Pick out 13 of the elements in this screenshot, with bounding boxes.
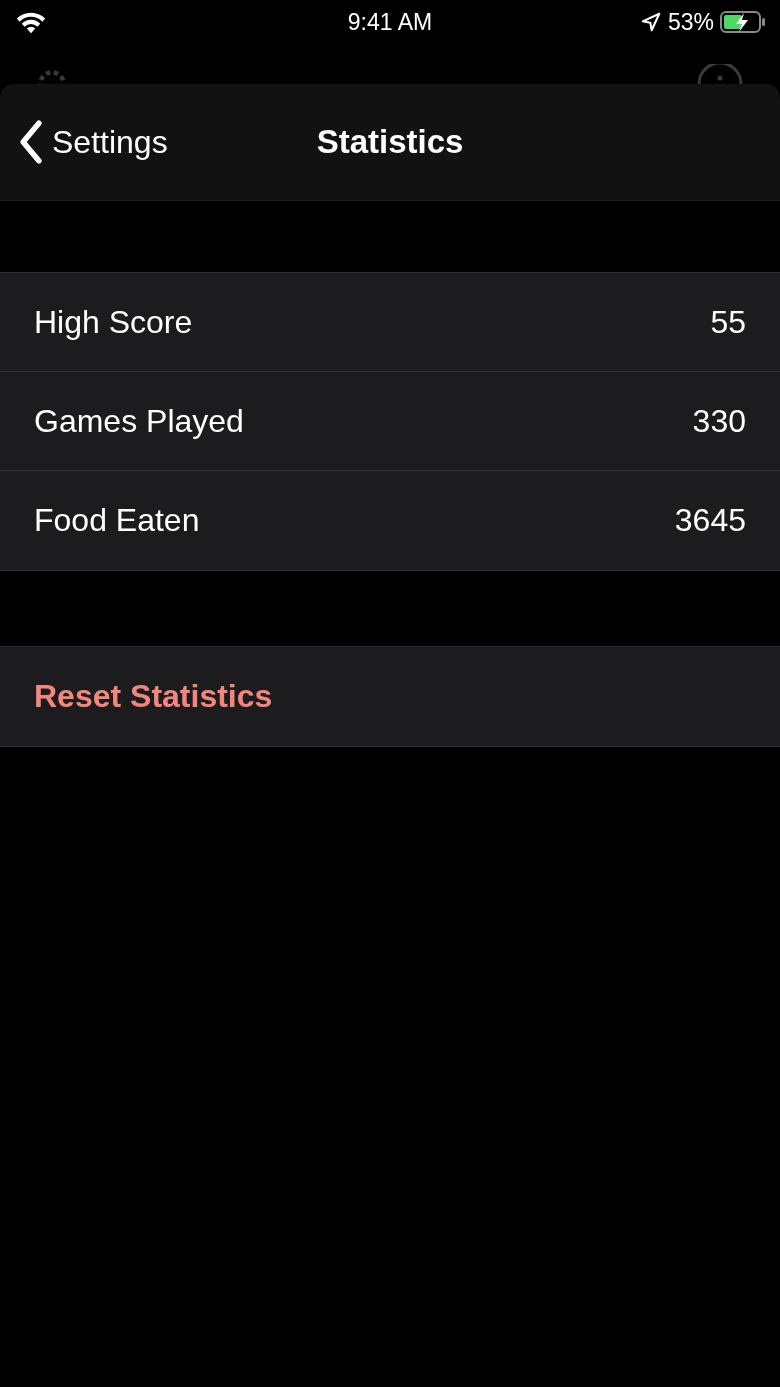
back-button[interactable]: Settings bbox=[0, 120, 168, 164]
stat-label: High Score bbox=[34, 303, 193, 341]
battery-charging-icon bbox=[720, 11, 766, 33]
stat-value: 3645 bbox=[674, 502, 746, 539]
stat-value: 55 bbox=[710, 303, 746, 341]
nav-title: Statistics bbox=[316, 123, 464, 161]
stat-value: 330 bbox=[692, 402, 746, 440]
stat-label: Games Played bbox=[34, 402, 244, 440]
stat-label: Food Eaten bbox=[34, 502, 200, 539]
chevron-icon bbox=[18, 120, 44, 164]
status-time: 9:41 AM bbox=[347, 8, 433, 36]
battery-percentage: 53% bbox=[667, 8, 714, 36]
location-arrow-icon bbox=[639, 11, 662, 33]
